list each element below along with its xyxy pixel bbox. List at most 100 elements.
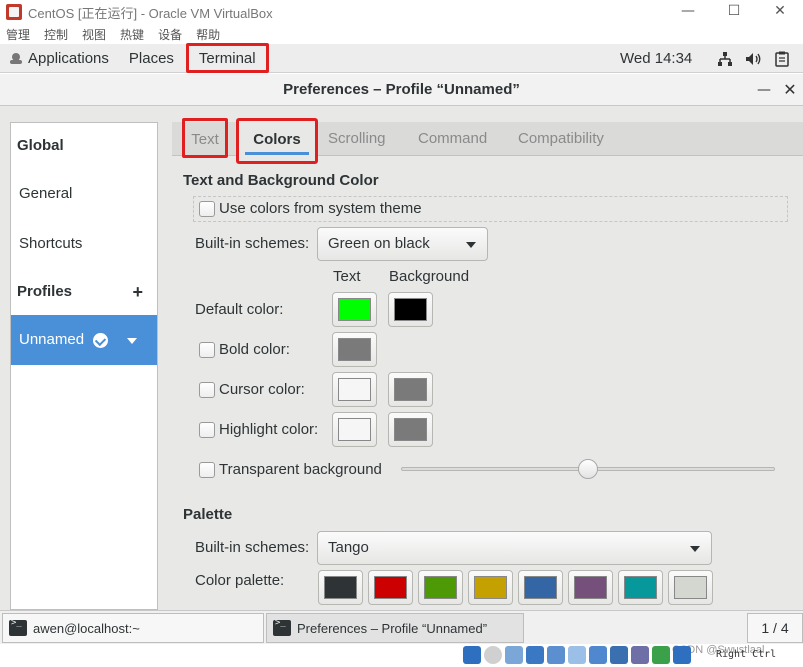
- palette-color-button-4[interactable]: [468, 570, 513, 605]
- highlight-color-checkbox[interactable]: [199, 422, 215, 438]
- hard-disk-icon[interactable]: [463, 646, 481, 664]
- highlight-background-color-button[interactable]: [388, 412, 433, 447]
- taskbar-preferences-label: Preferences – Profile “Unnamed”: [297, 620, 488, 636]
- sidebar-item-profiles[interactable]: Profiles +: [11, 277, 157, 307]
- default-background-color-button[interactable]: [388, 292, 433, 327]
- preferences-headerbar: Preferences – Profile “Unnamed” — ✕: [0, 74, 803, 106]
- highlight-background-color-fill: [394, 418, 427, 441]
- audio-icon[interactable]: [505, 646, 523, 664]
- chevron-down-icon: [690, 546, 700, 552]
- bottom-taskbar: awen@localhost:~ Preferences – Profile “…: [0, 610, 803, 644]
- sidebar-profiles-label: Profiles: [17, 283, 73, 300]
- preferences-minimize-button[interactable]: —: [756, 80, 772, 100]
- chevron-down-icon: [466, 242, 476, 248]
- palette-color-fill: [624, 576, 657, 599]
- applications-menu[interactable]: Applications: [0, 44, 119, 73]
- palette-color-fill: [524, 576, 557, 599]
- cursor-text-color-button[interactable]: [332, 372, 377, 407]
- palette-color-button-8[interactable]: [668, 570, 713, 605]
- default-color-label: Default color:: [195, 301, 284, 318]
- system-tray[interactable]: [717, 44, 789, 73]
- palette-color-button-7[interactable]: [618, 570, 663, 605]
- cursor-text-color-fill: [338, 378, 371, 401]
- tab-text[interactable]: Text: [182, 118, 228, 158]
- vbox-menu-hotkeys[interactable]: 热键: [120, 26, 144, 43]
- volume-icon: [746, 52, 761, 65]
- builtin-schemes-value: Green on black: [328, 235, 430, 252]
- applications-label: Applications: [28, 49, 109, 67]
- preferences-tabs: Text Colors Scrolling Command Compatibil…: [172, 118, 803, 164]
- palette-color-button-1[interactable]: [318, 570, 363, 605]
- default-text-color-button[interactable]: [332, 292, 377, 327]
- vbox-close-button[interactable]: ✕: [757, 0, 803, 24]
- bold-color-label[interactable]: Bold color:: [219, 341, 290, 358]
- default-background-color-fill: [394, 298, 427, 321]
- palette-color-button-2[interactable]: [368, 570, 413, 605]
- tab-compatibility[interactable]: Compatibility: [518, 122, 604, 156]
- cursor-background-color-button[interactable]: [388, 372, 433, 407]
- builtin-schemes-dropdown[interactable]: Green on black: [317, 227, 488, 261]
- usb-icon[interactable]: [547, 646, 565, 664]
- transparent-background-checkbox[interactable]: [199, 462, 215, 478]
- vbox-menu-manage[interactable]: 管理: [6, 26, 30, 43]
- gnome-top-bar: Applications Places Terminal Wed 14:34: [0, 43, 803, 73]
- default-profile-check-icon: [93, 333, 108, 348]
- vbox-maximize-button[interactable]: ☐: [711, 0, 757, 24]
- vbox-statusbar: CSDN @Swustlaal Right Ctrl: [0, 644, 803, 667]
- keyboard-capture-icon[interactable]: [673, 646, 691, 664]
- virtualbox-logo-icon: [6, 4, 22, 20]
- tab-colors[interactable]: Colors: [236, 118, 318, 164]
- transparent-background-label[interactable]: Transparent background: [219, 461, 382, 478]
- palette-color-fill: [674, 576, 707, 599]
- transparency-slider-handle[interactable]: [578, 459, 598, 479]
- display-icon[interactable]: [589, 646, 607, 664]
- cursor-color-label[interactable]: Cursor color:: [219, 381, 305, 398]
- optical-drive-icon[interactable]: [484, 646, 502, 664]
- recording-icon[interactable]: [610, 646, 628, 664]
- bold-color-fill: [338, 338, 371, 361]
- vbox-menu-control[interactable]: 控制: [44, 26, 68, 43]
- column-header-text: Text: [333, 268, 361, 285]
- sidebar-item-global[interactable]: Global: [11, 131, 157, 161]
- palette-schemes-value: Tango: [328, 539, 369, 556]
- profile-menu-chevron-down-icon[interactable]: [127, 338, 137, 344]
- vbox-menu-view[interactable]: 视图: [82, 26, 106, 43]
- taskbar-preferences-window[interactable]: Preferences – Profile “Unnamed”: [266, 613, 524, 643]
- sidebar-item-shortcuts[interactable]: Shortcuts: [11, 229, 157, 259]
- places-menu[interactable]: Places: [119, 44, 184, 73]
- clock[interactable]: Wed 14:34: [620, 44, 692, 73]
- palette-color-button-5[interactable]: [518, 570, 563, 605]
- mouse-integration-icon[interactable]: [652, 646, 670, 664]
- preferences-close-button[interactable]: ✕: [782, 80, 798, 100]
- shared-folders-icon[interactable]: [568, 646, 586, 664]
- column-header-background: Background: [389, 268, 470, 285]
- tab-command[interactable]: Command: [418, 122, 487, 156]
- cursor-color-checkbox[interactable]: [199, 382, 215, 398]
- tab-scrolling[interactable]: Scrolling: [328, 122, 386, 156]
- bold-color-checkbox[interactable]: [199, 342, 215, 358]
- palette-color-fill: [424, 576, 457, 599]
- terminal-app-menu[interactable]: Terminal: [185, 43, 269, 73]
- highlight-text-color-button[interactable]: [332, 412, 377, 447]
- vbox-minimize-button[interactable]: —: [665, 0, 711, 24]
- network-icon: [718, 51, 732, 66]
- network-adapter-icon[interactable]: [526, 646, 544, 664]
- vbox-menu-devices[interactable]: 设备: [158, 26, 182, 43]
- use-system-theme-checkbox[interactable]: [199, 201, 215, 217]
- palette-schemes-dropdown[interactable]: Tango: [317, 531, 712, 565]
- palette-color-button-3[interactable]: [418, 570, 463, 605]
- add-profile-button[interactable]: +: [132, 277, 143, 307]
- color-palette-label: Color palette:: [195, 572, 285, 589]
- highlight-color-label[interactable]: Highlight color:: [219, 421, 318, 438]
- palette-color-button-6[interactable]: [568, 570, 613, 605]
- palette-color-fill: [324, 576, 357, 599]
- vbox-menu-help[interactable]: 帮助: [196, 26, 220, 43]
- vbox-status-icons: [463, 646, 691, 664]
- taskbar-terminal-window[interactable]: awen@localhost:~: [2, 613, 264, 643]
- bold-color-button[interactable]: [332, 332, 377, 367]
- cpu-icon[interactable]: [631, 646, 649, 664]
- sidebar-item-general[interactable]: General: [11, 179, 157, 209]
- use-system-theme-label[interactable]: Use colors from system theme: [219, 200, 422, 217]
- workspace-pager[interactable]: 1 / 4: [747, 613, 803, 643]
- sidebar-item-profile-unnamed[interactable]: Unnamed: [11, 315, 157, 365]
